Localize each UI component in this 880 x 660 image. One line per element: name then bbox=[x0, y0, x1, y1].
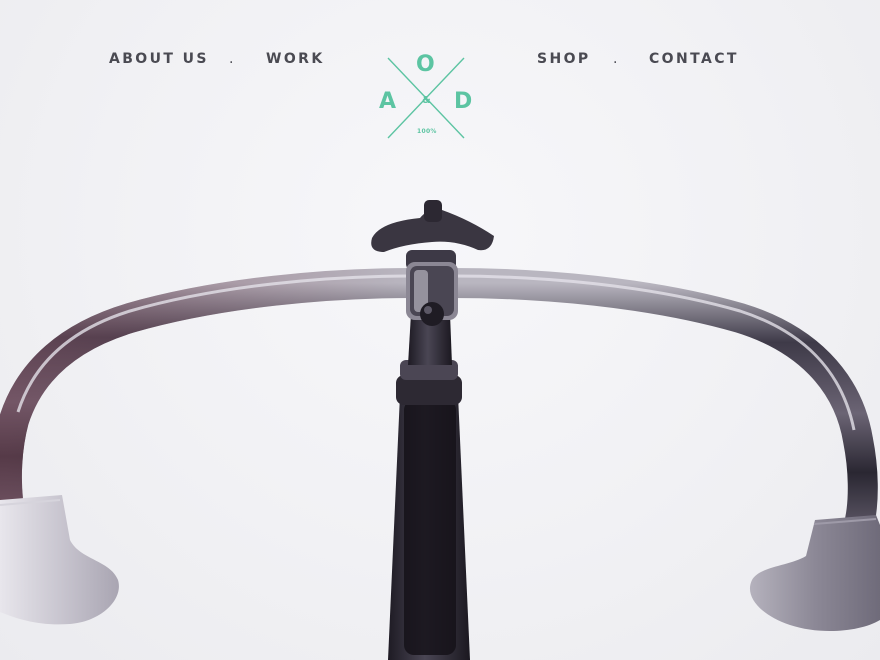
nav-link-work[interactable]: WORK bbox=[266, 50, 325, 68]
logo-caption: 100% bbox=[417, 128, 437, 135]
logo-ampersand: & bbox=[422, 95, 434, 106]
main-navigation: ABOUT US . WORK O A D & 100% SHOP . CONT… bbox=[0, 0, 880, 139]
hero-page: ABOUT US . WORK O A D & 100% SHOP . CONT… bbox=[0, 0, 880, 660]
logo-letter-d: D bbox=[454, 89, 475, 114]
logo-letter-o: O bbox=[416, 52, 438, 77]
nav-link-shop[interactable]: SHOP bbox=[537, 50, 591, 68]
nav-separator: . bbox=[613, 51, 618, 67]
nav-link-contact[interactable]: CONTACT bbox=[649, 50, 739, 68]
nav-link-about-us[interactable]: ABOUT US bbox=[109, 50, 209, 68]
logo-letter-a: A bbox=[379, 89, 399, 114]
nav-separator: . bbox=[229, 51, 234, 67]
brand-logo[interactable]: O A D & 100% bbox=[376, 50, 476, 146]
